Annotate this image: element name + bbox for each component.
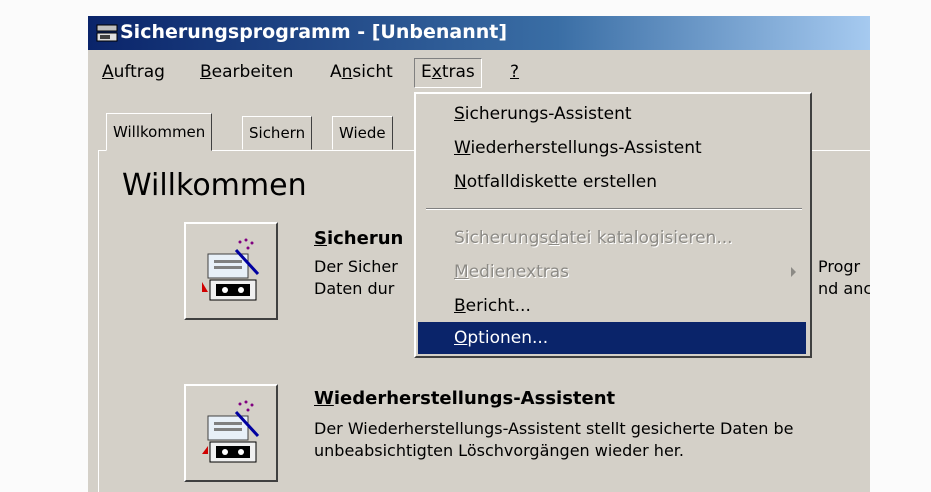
menu-item-notfalldiskette[interactable]: Notfalldiskette erstellen — [418, 166, 806, 198]
backup-app-icon — [96, 24, 118, 42]
submenu-arrow-icon — [791, 267, 796, 277]
tab-willkommen[interactable]: Willkommen — [106, 113, 213, 151]
menu-item-wiederherstellungs-assistent[interactable]: Wiederherstellungs-Assistent — [418, 132, 806, 164]
tab-sichern[interactable]: Sichern — [242, 116, 313, 150]
menu-auftrag[interactable]: Auftrag — [96, 58, 171, 86]
menu-item-optionen[interactable]: Optionen... — [418, 322, 806, 354]
welcome-heading: Willkommen — [122, 168, 307, 203]
backup-wizard-button[interactable] — [184, 222, 278, 320]
backup-wizard-icon — [202, 238, 260, 301]
extras-dropdown-menu: Sicherungs-Assistent Wiederherstellungs-… — [414, 92, 812, 358]
restore-wizard-button[interactable] — [184, 384, 278, 482]
menu-bar: Auftrag Bearbeiten Ansicht Extras ? — [88, 58, 870, 88]
tab-wiederherstellen[interactable]: Wiede — [332, 116, 393, 150]
backup-wizard-desc-line2: Daten dur — [314, 279, 395, 298]
backup-wizard-desc-clipped-1: Progr — [818, 257, 861, 276]
menu-help[interactable]: ? — [504, 58, 525, 86]
title-bar[interactable]: Sicherungsprogramm - [Unbenannt] — [88, 16, 870, 50]
menu-item-katalogisieren[interactable]: Sicherungsdatei katalogisieren... — [418, 222, 806, 254]
menu-separator — [426, 208, 802, 210]
backup-wizard-desc-line1: Der Sicher — [314, 257, 398, 276]
menu-extras[interactable]: Extras — [414, 58, 482, 88]
menu-item-sicherungs-assistent[interactable]: Sicherungs-Assistent — [418, 98, 806, 130]
restore-wizard-title[interactable]: Wiederherstellungs-Assistent — [314, 388, 615, 409]
menu-item-bericht[interactable]: Bericht... — [418, 290, 806, 322]
backup-wizard-title[interactable]: Sicherun — [314, 228, 403, 249]
backup-wizard-desc-clipped-2: nd anc — [818, 279, 870, 298]
restore-wizard-desc-line1: Der Wiederherstellungs-Assistent stellt … — [314, 419, 794, 438]
restore-wizard-desc-line2: unbeabsichtigten Löschvorgängen wieder h… — [314, 441, 684, 460]
restore-wizard-icon — [202, 400, 260, 463]
menu-ansicht[interactable]: Ansicht — [324, 58, 399, 86]
menu-bearbeiten[interactable]: Bearbeiten — [194, 58, 299, 86]
window-title: Sicherungsprogramm - [Unbenannt] — [120, 21, 508, 43]
app-window: Sicherungsprogramm - [Unbenannt] Auftrag… — [88, 16, 870, 492]
menu-item-medienextras[interactable]: Medienextras — [418, 256, 806, 288]
